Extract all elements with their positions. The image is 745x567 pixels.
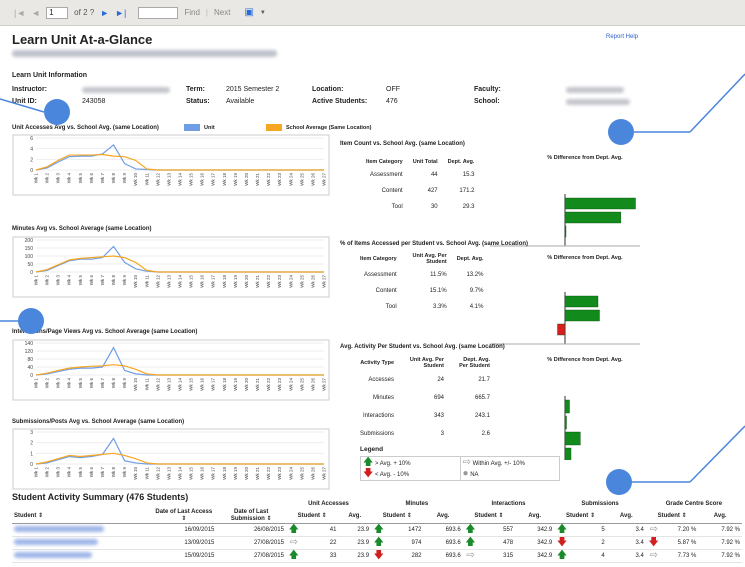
find-link[interactable]: Find xyxy=(184,8,200,17)
report-toolbar: |◄ ◄ 1 of 2 ? ► ►| Find | Next ▣ ▼ xyxy=(0,0,745,26)
prev-page-button[interactable]: ◄ xyxy=(31,8,40,18)
report-page: Learn Unit At-a-Glance Report Help Learn… xyxy=(0,26,745,567)
next-page-button[interactable]: ► xyxy=(100,8,109,18)
page-count-label: of 2 ? xyxy=(74,8,95,17)
chevron-down-icon[interactable]: ▼ xyxy=(260,10,266,16)
callout-lines xyxy=(0,73,745,483)
last-page-button[interactable]: ►| xyxy=(115,8,126,18)
disk-icon[interactable]: ▣ xyxy=(244,7,253,18)
find-input[interactable] xyxy=(138,6,179,19)
first-page-button[interactable]: |◄ xyxy=(14,8,25,18)
page-number-input[interactable]: 1 xyxy=(46,6,69,19)
toolbar-separator: | xyxy=(205,8,208,17)
find-next-link[interactable]: Next xyxy=(214,8,230,17)
